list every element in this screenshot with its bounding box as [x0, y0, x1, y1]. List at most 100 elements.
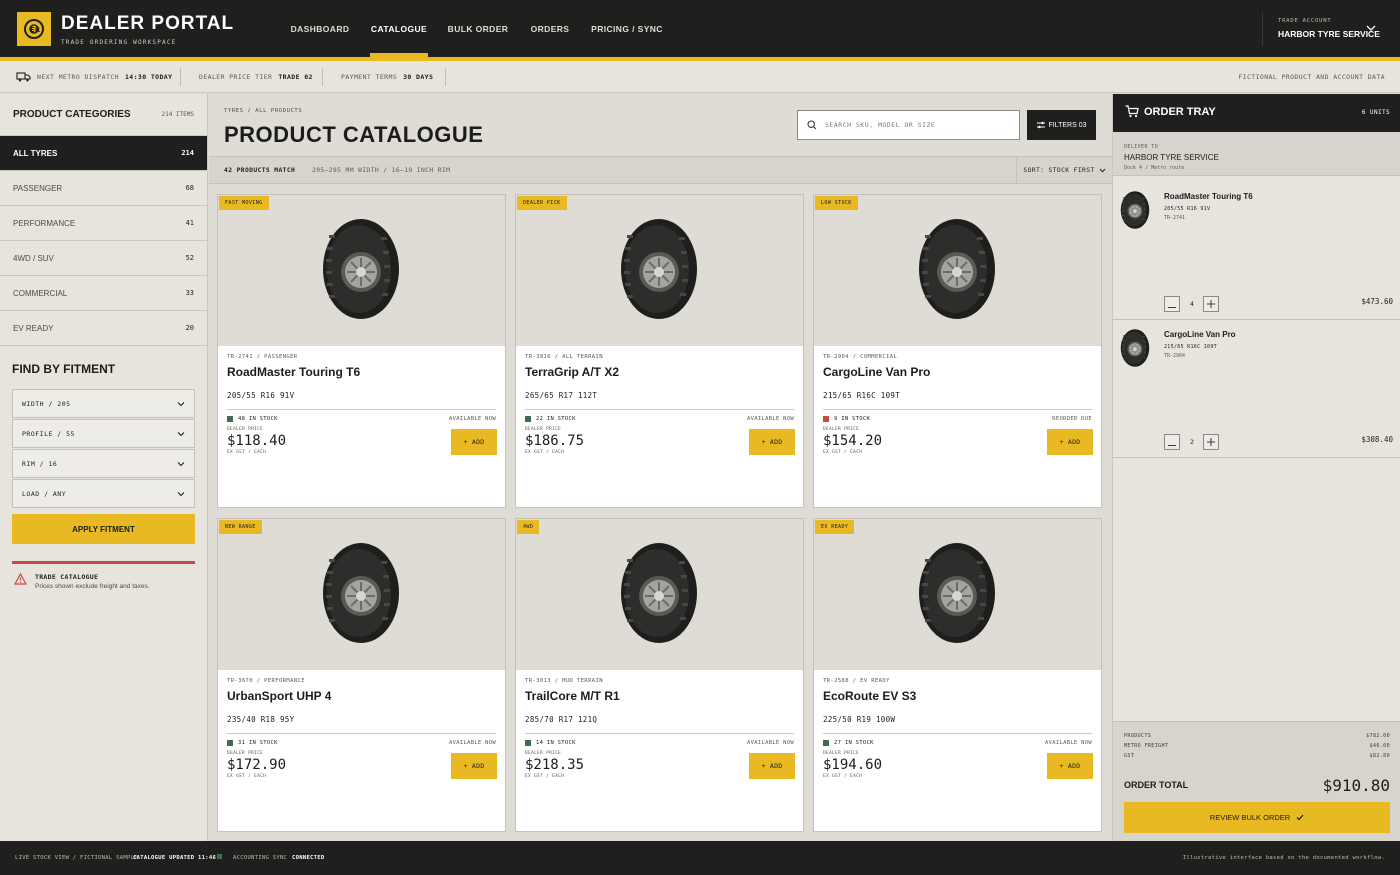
- product-image: [218, 195, 505, 346]
- category-all-tyres[interactable]: ALL TYRES 214: [0, 136, 207, 171]
- nav-pricing-sync[interactable]: PRICING / SYNC: [588, 0, 666, 57]
- add-to-tray-button[interactable]: + ADD: [749, 753, 795, 779]
- product-name[interactable]: TerraGrip A/T X2: [525, 365, 619, 379]
- sync-indicator: [217, 854, 222, 859]
- category-4wd-suv[interactable]: 4WD / SUV 52: [0, 241, 207, 276]
- add-to-tray-button[interactable]: + ADD: [749, 429, 795, 455]
- status-strip: NEXT METRO DISPATCH 14:30 TODAY DEALER P…: [0, 61, 1400, 93]
- product-spec: 235/40 R18 95Y: [227, 715, 295, 724]
- order-total-value: $910.80: [1322, 776, 1390, 795]
- page-title: PRODUCT CATALOGUE: [224, 122, 484, 147]
- account-name[interactable]: HARBOR TYRE SERVICE: [1278, 29, 1380, 39]
- category-passenger[interactable]: PASSENGER 68: [0, 171, 207, 206]
- summary-value: $82.80: [1369, 753, 1390, 759]
- product-price: $194.60: [823, 757, 883, 773]
- nav-catalogue[interactable]: CATALOGUE: [370, 0, 428, 57]
- order-tray: ORDER TRAY 6 UNITS DELIVER TO HARBOR TYR…: [1112, 94, 1400, 841]
- search-input[interactable]: SEARCH SKU, MODEL OR SIZE: [797, 110, 1020, 140]
- rim-select[interactable]: RIM / 16: [12, 449, 195, 478]
- divider: [227, 733, 496, 734]
- deliver-to: DELIVER TO HARBOR TYRE SERVICE Dock 4 / …: [1113, 132, 1400, 176]
- nav-orders[interactable]: ORDERS: [526, 0, 574, 57]
- summary-products: PRODUCTS $782.00: [1124, 733, 1390, 739]
- tray-item-total: $308.40: [1361, 435, 1393, 444]
- add-to-tray-button[interactable]: + ADD: [451, 429, 497, 455]
- search-placeholder: SEARCH SKU, MODEL OR SIZE: [825, 121, 936, 129]
- deliver-route: Dock 4 / Metro route: [1124, 165, 1185, 171]
- chevron-down-icon: [177, 491, 185, 496]
- match-count: 42 PRODUCTS MATCH: [224, 167, 296, 174]
- category-performance[interactable]: PERFORMANCE 41: [0, 206, 207, 241]
- price-label: DEALER PRICE: [227, 751, 264, 756]
- add-to-tray-button[interactable]: + ADD: [451, 753, 497, 779]
- product-name[interactable]: RoadMaster Touring T6: [227, 365, 360, 379]
- product-spec: 265/65 R17 112T: [525, 391, 598, 400]
- tyre-image: [919, 543, 995, 643]
- product-card[interactable]: EV READY TR-2588 / EV READY EcoRoute EV S3…: [813, 518, 1102, 832]
- product-name[interactable]: CargoLine Van Pro: [823, 365, 930, 379]
- category-ev-ready[interactable]: EV READY 20: [0, 311, 207, 346]
- price-label: DEALER PRICE: [525, 427, 562, 432]
- dispatch-label: NEXT METRO DISPATCH: [37, 73, 119, 81]
- product-spec: 215/65 R16C 109T: [823, 391, 901, 400]
- divider: [823, 409, 1092, 410]
- product-name[interactable]: EcoRoute EV S3: [823, 689, 916, 703]
- product-badge: 4WD: [517, 520, 540, 534]
- product-name[interactable]: UrbanSport UHP 4: [227, 689, 331, 703]
- product-card[interactable]: 4WD TR-3013 / MUD TERRAIN TrailCore M/T R1…: [515, 518, 804, 832]
- product-badge: FAST MOVING: [219, 196, 269, 210]
- nav-dashboard[interactable]: DASHBOARD: [284, 0, 356, 57]
- tray-item-spec: 215/65 R16C 109T: [1164, 344, 1217, 350]
- plus-icon: [1207, 438, 1215, 446]
- category-label: PERFORMANCE: [13, 218, 76, 228]
- profile-select[interactable]: PROFILE / 55: [12, 419, 195, 448]
- stock-text: 22 IN STOCK: [536, 416, 576, 422]
- tray-item-qty[interactable]: 2: [1190, 438, 1194, 446]
- decrease-qty-button[interactable]: [1164, 296, 1180, 312]
- decrease-qty-button[interactable]: [1164, 434, 1180, 450]
- stock-status: 48 IN STOCK: [227, 416, 278, 422]
- summary-label: PRODUCTS: [1124, 733, 1152, 739]
- product-image: [516, 195, 803, 346]
- availability: AVAILABLE NOW: [449, 740, 496, 746]
- chevron-down-icon[interactable]: [1366, 24, 1376, 32]
- increase-qty-button[interactable]: [1203, 434, 1219, 450]
- category-count: 214: [181, 149, 194, 157]
- sort-select[interactable]: SORT: STOCK FIRST: [1016, 157, 1112, 183]
- stock-text: 27 IN STOCK: [834, 740, 874, 746]
- review-bulk-order-button[interactable]: REVIEW BULK ORDER: [1124, 802, 1390, 833]
- product-price: $218.35: [525, 757, 585, 773]
- price-label: DEALER PRICE: [227, 427, 264, 432]
- match-filter: 205–285 MM WIDTH / 16–19 INCH RIM: [312, 167, 451, 174]
- tray-item-spec: 205/55 R16 91V: [1164, 206, 1211, 212]
- filters-button[interactable]: FILTERS 03: [1027, 110, 1096, 140]
- load-select[interactable]: LOAD / ANY: [12, 479, 195, 508]
- product-card[interactable]: LOW STOCK TR-2904 / COMMERCIAL CargoLine V…: [813, 194, 1102, 508]
- brand-subtitle: TRADE ORDERING WORKSPACE: [61, 39, 177, 46]
- logo: ER: [17, 12, 51, 46]
- tray-item-qty[interactable]: 4: [1190, 300, 1194, 308]
- nav-bulk-order[interactable]: BULK ORDER: [445, 0, 511, 57]
- product-card[interactable]: FAST MOVING TR-2741 / PASSENGER RoadMaster…: [217, 194, 506, 508]
- sidebar: PRODUCT CATEGORIES 214 ITEMS ALL TYRES 21…: [0, 94, 208, 841]
- footer-sync-label: ACCOUNTING SYNC: [233, 855, 288, 861]
- price-tier-info: DEALER PRICE TIER TRADE 02: [199, 61, 313, 93]
- product-image: [814, 195, 1101, 346]
- increase-qty-button[interactable]: [1203, 296, 1219, 312]
- category-commercial[interactable]: COMMERCIAL 33: [0, 276, 207, 311]
- product-sku: TR-3013 / MUD TERRAIN: [525, 678, 603, 684]
- product-card[interactable]: NEW RANGE TR-3670 / PERFORMANCE UrbanSport…: [217, 518, 506, 832]
- add-to-tray-button[interactable]: + ADD: [1047, 429, 1093, 455]
- product-image: [218, 519, 505, 670]
- apply-fitment-button[interactable]: APPLY FITMENT: [12, 514, 195, 544]
- width-select[interactable]: WIDTH / 205: [12, 389, 195, 418]
- product-spec: 205/55 R16 91V: [227, 391, 295, 400]
- product-spec: 285/70 R17 121Q: [525, 715, 598, 724]
- stock-indicator: [525, 416, 531, 422]
- product-name[interactable]: TrailCore M/T R1: [525, 689, 620, 703]
- category-label: EV READY: [13, 323, 54, 333]
- stock-text: 14 IN STOCK: [536, 740, 576, 746]
- product-card[interactable]: DEALER PICK TR-3816 / ALL TERRAIN TerraGri…: [515, 194, 804, 508]
- add-to-tray-button[interactable]: + ADD: [1047, 753, 1093, 779]
- chevron-down-icon: [177, 401, 185, 406]
